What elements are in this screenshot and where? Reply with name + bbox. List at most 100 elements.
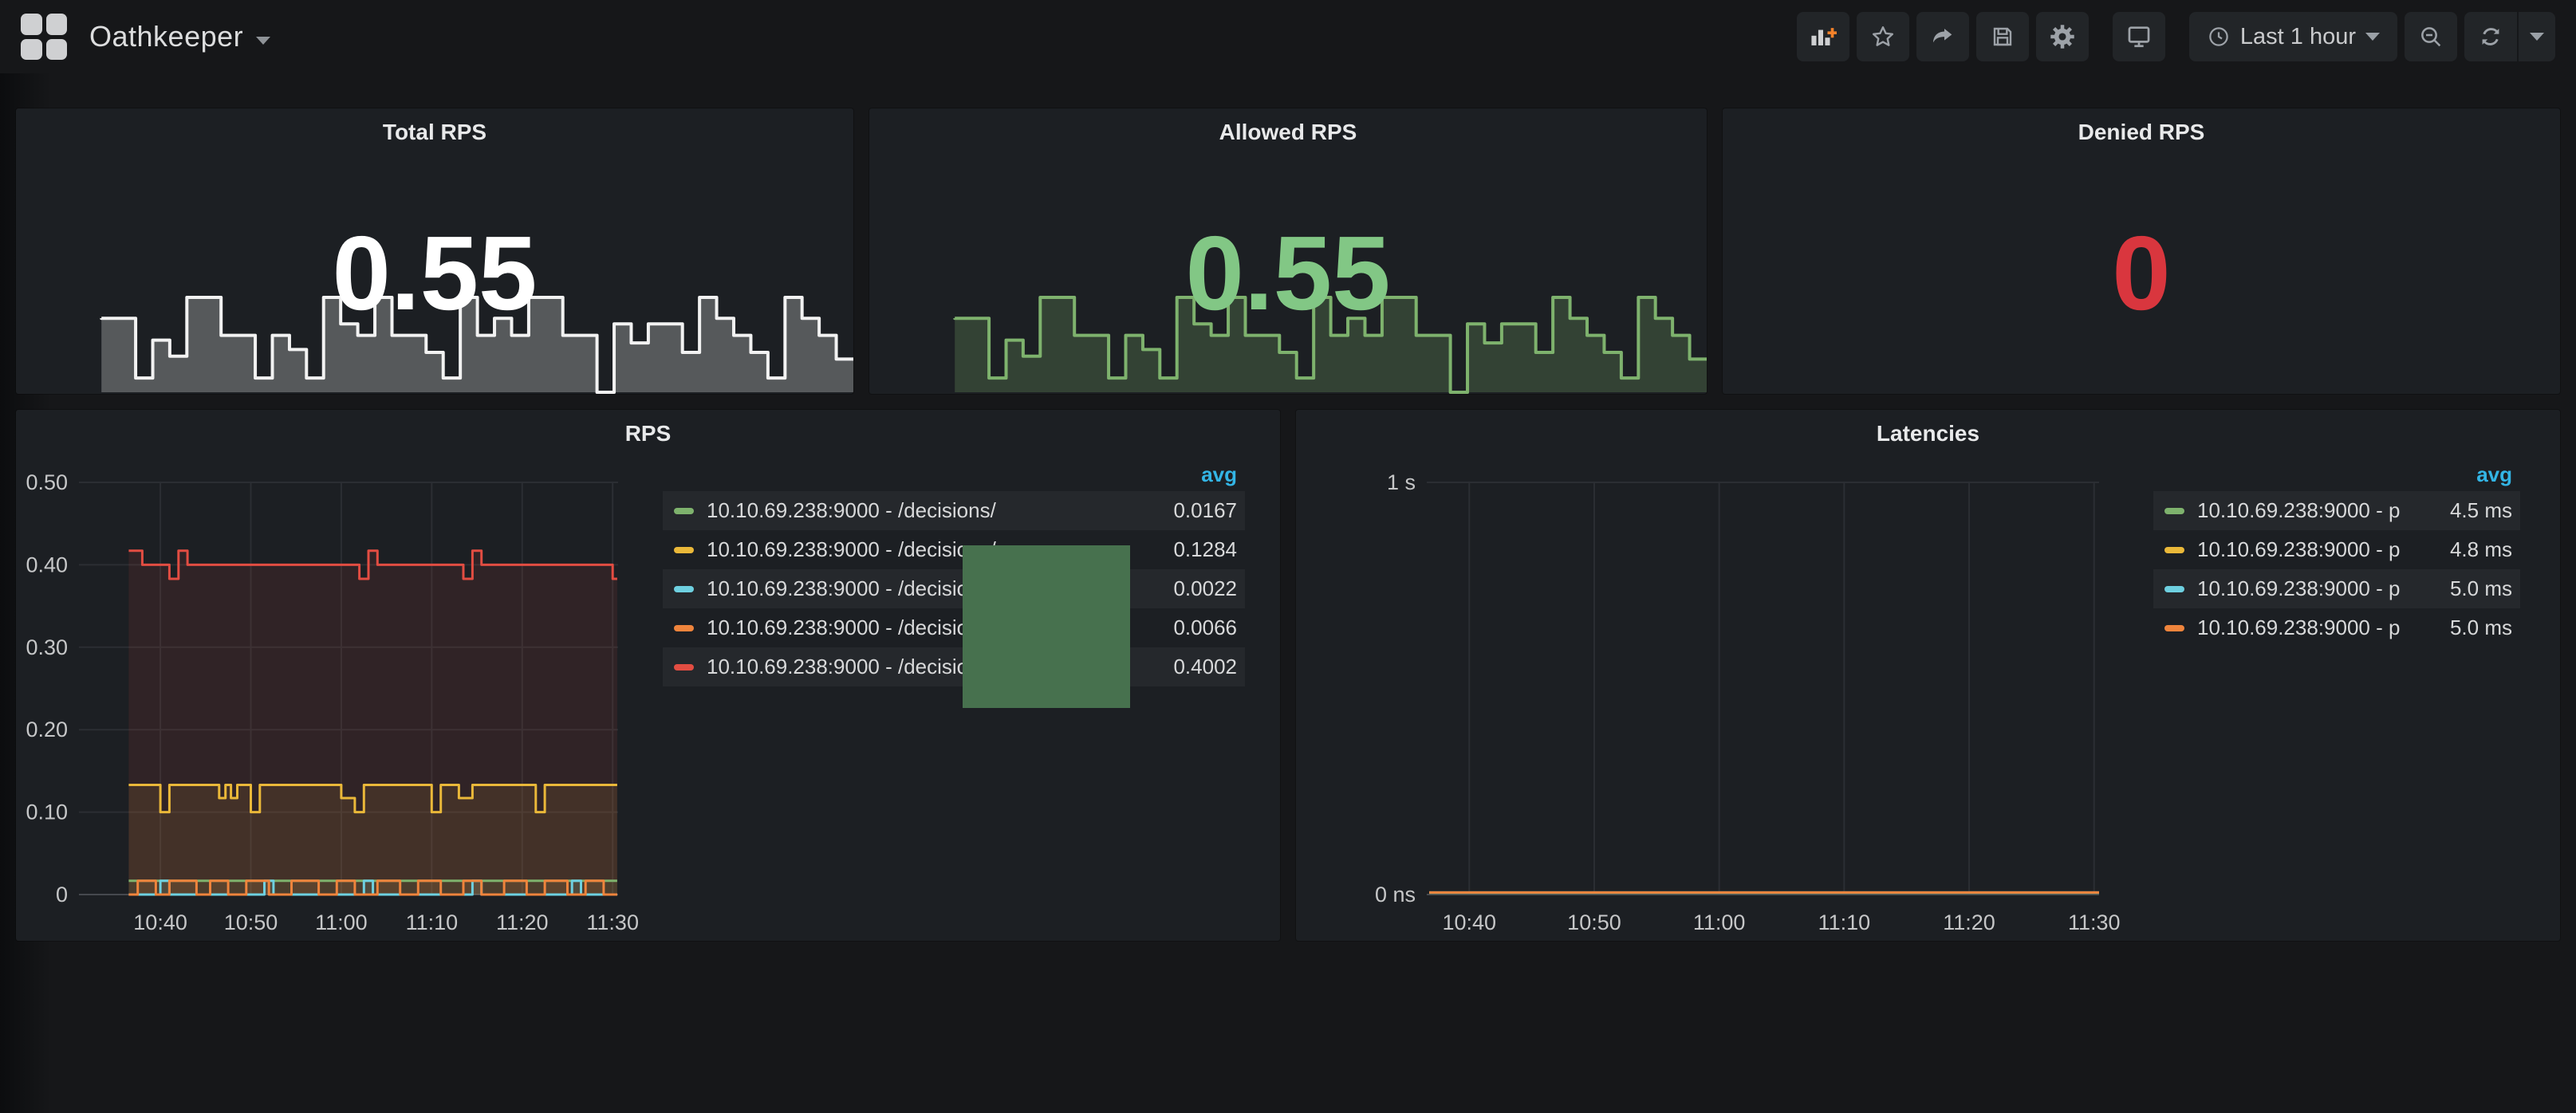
series-label[interactable]: 10.10.69.238:9000 - p95 (2197, 537, 2401, 562)
svg-text:0: 0 (56, 883, 68, 907)
chevron-down-icon (2365, 33, 2380, 41)
legend-row[interactable]: 10.10.69.238:9000 - /decisions/0.0167 (663, 491, 1245, 530)
svg-text:10:50: 10:50 (1567, 910, 1621, 934)
zoom-out-button[interactable] (2405, 12, 2457, 61)
chevron-down-icon[interactable] (256, 37, 270, 45)
clock-icon (2207, 25, 2231, 49)
refresh-icon (2478, 24, 2503, 49)
series-avg-value: 5.0 ms (2416, 576, 2512, 601)
series-label[interactable]: 10.10.69.238:9000 - p90 (2197, 498, 2401, 523)
settings-button[interactable] (2036, 12, 2089, 61)
svg-text:0.50: 0.50 (26, 470, 68, 494)
legend-avg-header[interactable]: avg (663, 458, 1245, 491)
svg-text:0.30: 0.30 (26, 635, 68, 659)
series-label[interactable]: 10.10.69.238:9000 - /decisions/ (707, 498, 1125, 523)
series-avg-value: 0.4002 (1141, 655, 1237, 679)
series-color-swatch[interactable] (2164, 625, 2184, 631)
graph-row: RPS 10:40 10:50 11:00 11:10 11:20 11:30 0.50 0.… (16, 410, 2560, 941)
refresh-interval-button[interactable] (2517, 12, 2555, 61)
svg-text:10:50: 10:50 (224, 910, 278, 934)
time-range-label: Last 1 hour (2240, 24, 2356, 50)
chevron-down-icon (2530, 33, 2544, 41)
rps-legend: avg10.10.69.238:9000 - /decisions/0.0167… (663, 458, 1245, 686)
share-icon (1930, 24, 1956, 49)
svg-text:11:30: 11:30 (586, 910, 639, 934)
stat-panel-total-rps: Total RPS 0.55 (16, 108, 853, 394)
svg-text:0.10: 0.10 (26, 800, 68, 824)
panel-title[interactable]: Allowed RPS (869, 120, 1707, 145)
add-panel-icon (1810, 25, 1837, 49)
legend-row[interactable]: 10.10.69.238:9000 - p95 4.8 ms (2153, 530, 2520, 569)
latencies-legend: avg10.10.69.238:9000 - p904.5 ms10.10.69… (2153, 458, 2520, 647)
legend-row[interactable]: 10.10.69.238:9000 - /decisions/0.4002 (663, 647, 1245, 686)
stat-value: 0 (1723, 108, 2560, 394)
legend-row[interactable]: 10.10.69.238:9000 - p90 4.5 ms (2153, 491, 2520, 530)
share-button[interactable] (1916, 12, 1969, 61)
navbar: Oathkeeper (0, 0, 2576, 73)
stat-panel-allowed-rps: Allowed RPS 0.55 (869, 108, 1707, 394)
graph-panel-latencies: Latencies 10:40 10:50 11:00 11:10 11:20 11:30… (1296, 410, 2560, 941)
add-panel-button[interactable] (1797, 12, 1849, 61)
series-avg-value: 0.1284 (1141, 537, 1237, 562)
legend-row[interactable]: 10.10.69.238:9000 - /decisions/0.0022 (663, 569, 1245, 608)
monitor-icon (2125, 23, 2153, 50)
svg-text:0.20: 0.20 (26, 718, 68, 741)
svg-text:11:20: 11:20 (1943, 910, 1995, 934)
series-avg-value: 0.0022 (1141, 576, 1237, 601)
save-button[interactable] (1976, 12, 2029, 61)
series-color-swatch[interactable] (674, 508, 694, 514)
svg-text:11:10: 11:10 (1818, 910, 1871, 934)
panel-title[interactable]: RPS (16, 421, 1280, 446)
star-icon (1870, 24, 1896, 49)
stat-panel-denied-rps: Denied RPS 0 (1723, 108, 2560, 394)
svg-text:11:00: 11:00 (315, 910, 368, 934)
svg-text:11:20: 11:20 (496, 910, 549, 934)
series-color-swatch[interactable] (2164, 586, 2184, 592)
series-avg-value: 0.0066 (1141, 615, 1237, 640)
panel-title[interactable]: Total RPS (16, 120, 853, 145)
star-button[interactable] (1857, 12, 1909, 61)
legend-row[interactable]: 10.10.69.238:9000 - /decisions/0.0066 (663, 608, 1245, 647)
refresh-split-button (2464, 12, 2555, 61)
cycle-view-button[interactable] (2113, 12, 2165, 61)
series-avg-value: 4.8 ms (2416, 537, 2512, 562)
stat-value: 0.55 (869, 108, 1707, 394)
zoom-out-icon (2418, 24, 2444, 49)
svg-text:1 s: 1 s (1387, 470, 1416, 494)
svg-text:11:00: 11:00 (1693, 910, 1746, 934)
svg-text:11:30: 11:30 (2068, 910, 2121, 934)
series-color-swatch[interactable] (674, 664, 694, 671)
series-color-swatch[interactable] (674, 625, 694, 631)
series-color-swatch[interactable] (2164, 508, 2184, 514)
time-range-picker[interactable]: Last 1 hour (2189, 12, 2397, 61)
graph-panel-rps: RPS 10:40 10:50 11:00 11:10 11:20 11:30 0.50 0.… (16, 410, 1280, 941)
svg-text:11:10: 11:10 (406, 910, 459, 934)
legend-row[interactable]: 10.10.69.238:9000 - p99 5.0 ms (2153, 569, 2520, 608)
grid-logo-icon[interactable] (21, 14, 67, 60)
svg-text:10:40: 10:40 (1442, 910, 1496, 934)
series-avg-value: 0.0167 (1141, 498, 1237, 523)
legend-row[interactable]: 10.10.69.238:9000 - /decisions/0.1284 (663, 530, 1245, 569)
panel-title[interactable]: Denied RPS (1723, 120, 2560, 145)
gear-icon (2049, 23, 2076, 50)
stat-row: Total RPS 0.55 Allowed RPS 0.55 Denied R… (16, 108, 2560, 394)
svg-text:10:40: 10:40 (133, 910, 187, 934)
series-label[interactable]: 10.10.69.238:9000 - p100 (2197, 615, 2401, 640)
series-color-swatch[interactable] (2164, 547, 2184, 553)
svg-text:0.40: 0.40 (26, 553, 68, 576)
stat-value: 0.55 (16, 108, 853, 394)
series-color-swatch[interactable] (674, 586, 694, 592)
series-color-swatch[interactable] (674, 547, 694, 553)
refresh-button[interactable] (2464, 12, 2517, 61)
series-label[interactable]: 10.10.69.238:9000 - p99 (2197, 576, 2401, 601)
dashboard: Total RPS 0.55 Allowed RPS 0.55 Denied R… (0, 73, 2576, 941)
series-avg-value: 4.5 ms (2416, 498, 2512, 523)
save-icon (1990, 24, 2015, 49)
green-overlay-rectangle (963, 545, 1130, 708)
panel-title[interactable]: Latencies (1296, 421, 2560, 446)
svg-text:0 ns: 0 ns (1375, 883, 1416, 907)
dashboard-title[interactable]: Oathkeeper (89, 20, 243, 53)
legend-avg-header[interactable]: avg (2153, 458, 2520, 491)
legend-row[interactable]: 10.10.69.238:9000 - p100 5.0 ms (2153, 608, 2520, 647)
series-avg-value: 5.0 ms (2416, 615, 2512, 640)
